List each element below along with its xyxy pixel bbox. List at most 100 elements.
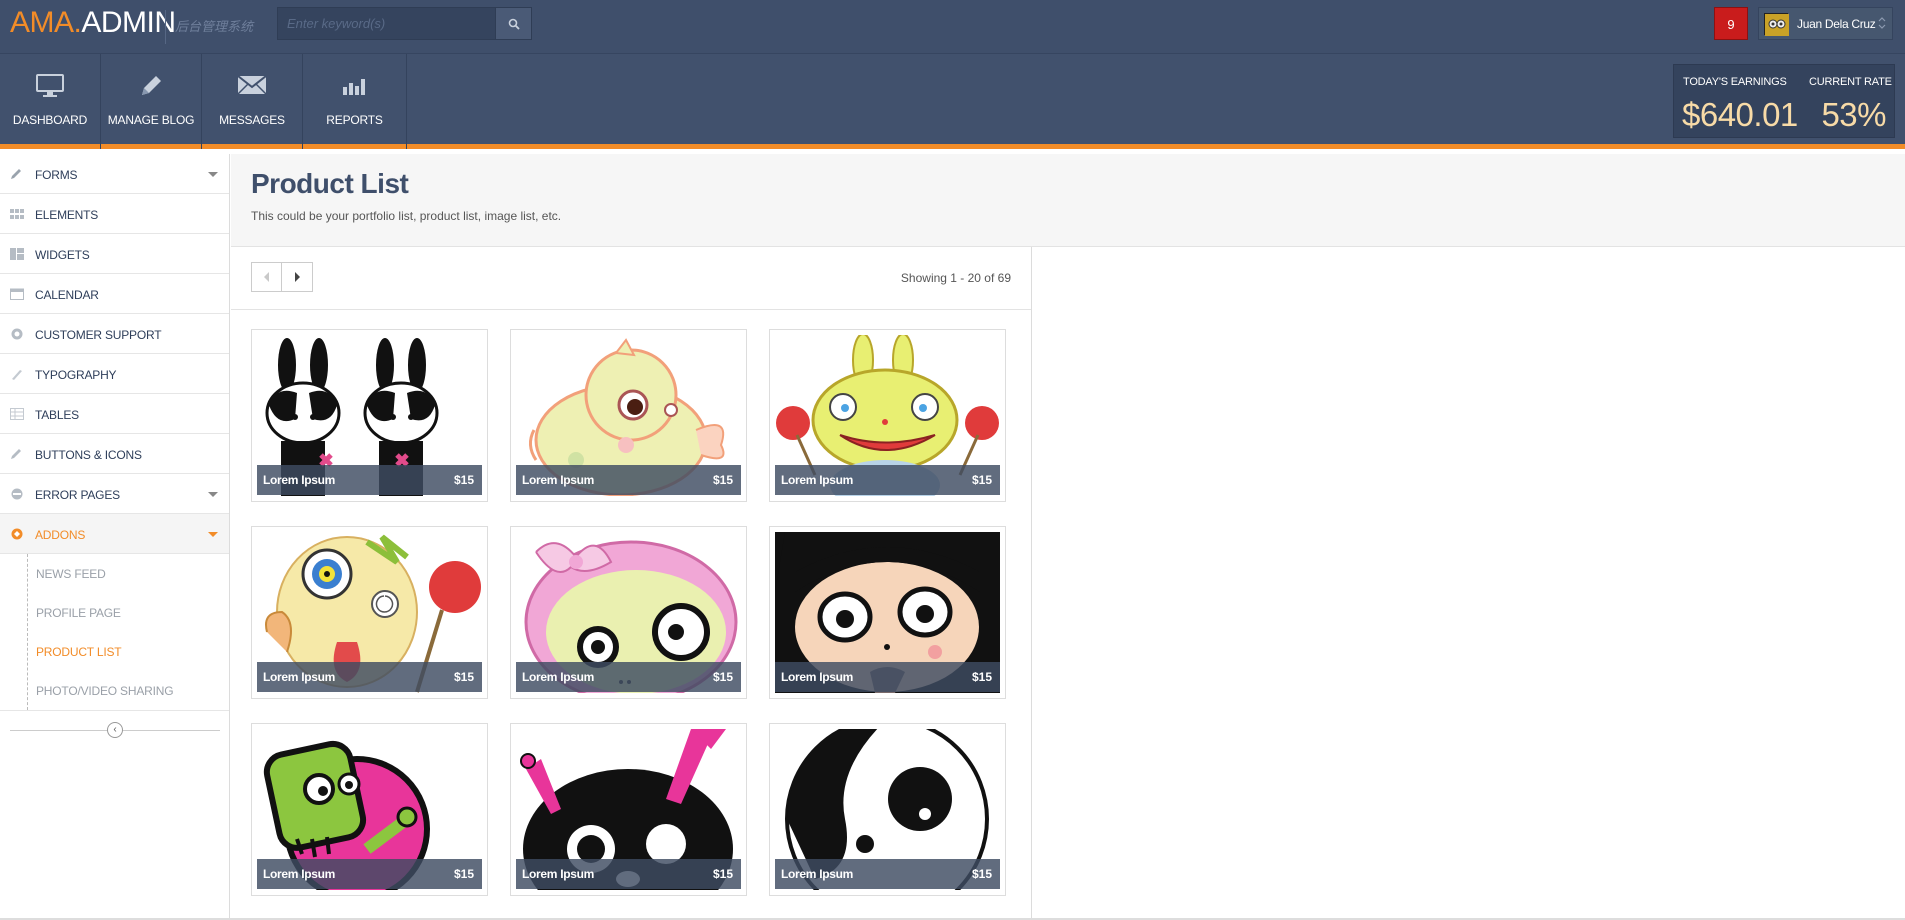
sidebar-item-customer-support[interactable]: CUSTOMER SUPPORT	[0, 314, 229, 354]
sidebar-item-label: BUTTONS & ICONS	[35, 448, 142, 462]
grid-icon	[10, 209, 24, 219]
product-name: Lorem Ipsum	[263, 867, 336, 881]
pencil-icon	[11, 169, 21, 179]
page-description: This could be your portfolio list, produ…	[251, 209, 562, 223]
logo-divider	[165, 10, 166, 44]
product-name: Lorem Ipsum	[781, 670, 854, 684]
calendar-icon	[10, 288, 24, 300]
caret-right-icon	[295, 272, 300, 282]
addons-icon	[11, 528, 23, 540]
nav-dashboard[interactable]: DASHBOARD	[0, 54, 101, 149]
product-price: $15	[453, 473, 474, 487]
nav-label: REPORTS	[326, 113, 383, 127]
sidebar-item-tables[interactable]: TABLES	[0, 394, 229, 434]
nav-reports[interactable]: REPORTS	[303, 54, 407, 149]
search-input[interactable]	[278, 8, 495, 39]
product-price: $15	[712, 670, 733, 684]
product-name: Lorem Ipsum	[263, 473, 336, 487]
chevron-updown-icon	[1878, 17, 1886, 29]
product-panel: Showing 1 - 20 of 69 Lorem Ipsum $15 Lor…	[231, 247, 1032, 920]
product-card[interactable]: Lorem Ipsum $15	[251, 329, 488, 502]
product-price: $15	[712, 473, 733, 487]
main-nav: DASHBOARD MANAGE BLOG MESSAGES REPORTS T…	[0, 54, 1905, 149]
sidebar-item-label: CUSTOMER SUPPORT	[35, 328, 162, 342]
brand-logo[interactable]: AMA.ADMIN	[10, 6, 176, 40]
product-price: $15	[971, 670, 992, 684]
product-caption: Lorem Ipsum $15	[257, 859, 482, 889]
list-toolbar: Showing 1 - 20 of 69	[231, 247, 1031, 310]
sidebar-item-label: ERROR PAGES	[35, 488, 120, 502]
product-card[interactable]: Lorem Ipsum $15	[510, 526, 747, 699]
product-caption: Lorem Ipsum $15	[516, 465, 741, 495]
search-box	[277, 7, 532, 40]
sidebar-item-label: CALENDAR	[35, 288, 99, 302]
brush-icon	[12, 370, 22, 380]
product-price: $15	[453, 670, 474, 684]
product-name: Lorem Ipsum	[522, 473, 595, 487]
brand-part2: ADMIN	[81, 6, 176, 39]
prev-page-button[interactable]	[252, 263, 282, 291]
lifebuoy-icon	[11, 328, 23, 340]
submenu-item-product-list[interactable]: PRODUCT LIST	[27, 632, 227, 671]
sidebar-item-label: TABLES	[35, 408, 79, 422]
product-price: $15	[971, 473, 992, 487]
product-name: Lorem Ipsum	[263, 670, 336, 684]
bar-chart-icon	[342, 79, 365, 95]
search-icon	[508, 18, 520, 30]
brand-subtitle: 后台管理系统	[175, 19, 254, 34]
product-card[interactable]: Lorem Ipsum $15	[251, 526, 488, 699]
product-card[interactable]: Lorem Ipsum $15	[510, 329, 747, 502]
nav-label: MESSAGES	[219, 113, 285, 127]
submenu-item-photo-video-sharing[interactable]: PHOTO/VIDEO SHARING	[27, 671, 227, 710]
product-card[interactable]: Lorem Ipsum $15	[251, 723, 488, 896]
submenu-label: PHOTO/VIDEO SHARING	[36, 684, 174, 698]
sidebar-item-calendar[interactable]: CALENDAR	[0, 274, 229, 314]
product-name: Lorem Ipsum	[522, 670, 595, 684]
widgets-icon	[10, 248, 24, 260]
caret-down-icon	[208, 532, 218, 537]
product-card[interactable]: Lorem Ipsum $15	[769, 723, 1006, 896]
product-name: Lorem Ipsum	[781, 867, 854, 881]
product-card[interactable]: Lorem Ipsum $15	[769, 329, 1006, 502]
rate-value: 53%	[1821, 96, 1886, 133]
product-price: $15	[712, 867, 733, 881]
submenu-label: PROFILE PAGE	[36, 606, 121, 620]
nav-label: MANAGE BLOG	[107, 113, 195, 127]
brand-part1: AMA.	[10, 6, 82, 39]
caret-down-icon	[208, 492, 218, 497]
chevron-left-icon[interactable]: ‹	[107, 722, 123, 738]
product-card[interactable]: Lorem Ipsum $15	[769, 526, 1006, 699]
sidebar-item-widgets[interactable]: WIDGETS	[0, 234, 229, 274]
next-page-button[interactable]	[282, 263, 312, 291]
product-caption: Lorem Ipsum $15	[516, 662, 741, 692]
monitor-icon	[36, 74, 64, 97]
sidebar-item-elements[interactable]: ELEMENTS	[0, 194, 229, 234]
nav-manage-blog[interactable]: MANAGE BLOG	[101, 54, 202, 149]
user-menu[interactable]: Juan Dela Cruz	[1758, 7, 1893, 40]
product-price: $15	[453, 867, 474, 881]
sidebar-collapse[interactable]: ‹	[10, 722, 220, 738]
submenu-item-news-feed[interactable]: NEWS FEED	[27, 554, 227, 593]
earnings-label: TODAY'S EARNINGS	[1683, 76, 1787, 88]
table-icon	[10, 408, 24, 420]
caret-left-icon	[264, 272, 269, 282]
sidebar-item-buttons-icons[interactable]: BUTTONS & ICONS	[0, 434, 229, 474]
submenu-label: NEWS FEED	[36, 567, 106, 581]
user-name: Juan Dela Cruz	[1797, 17, 1876, 31]
sidebar-item-forms[interactable]: FORMS	[0, 154, 229, 194]
sidebar-item-typography[interactable]: TYPOGRAPHY	[0, 354, 229, 394]
product-card[interactable]: Lorem Ipsum $15	[510, 723, 747, 896]
block-icon	[11, 488, 23, 500]
nav-messages[interactable]: MESSAGES	[202, 54, 303, 149]
sidebar-item-addons[interactable]: ADDONS	[0, 514, 229, 554]
notification-badge[interactable]: 9	[1714, 7, 1748, 40]
product-name: Lorem Ipsum	[522, 867, 595, 881]
page-title: Product List	[251, 168, 409, 199]
sidebar-item-error-pages[interactable]: ERROR PAGES	[0, 474, 229, 514]
caret-down-icon	[208, 172, 218, 177]
product-caption: Lorem Ipsum $15	[775, 859, 1000, 889]
top-bar: AMA.ADMIN 后台管理系统 9 Juan Dela Cruz	[0, 0, 1905, 54]
search-button[interactable]	[495, 8, 531, 39]
product-caption: Lorem Ipsum $15	[516, 859, 741, 889]
submenu-item-profile-page[interactable]: PROFILE PAGE	[27, 593, 227, 632]
